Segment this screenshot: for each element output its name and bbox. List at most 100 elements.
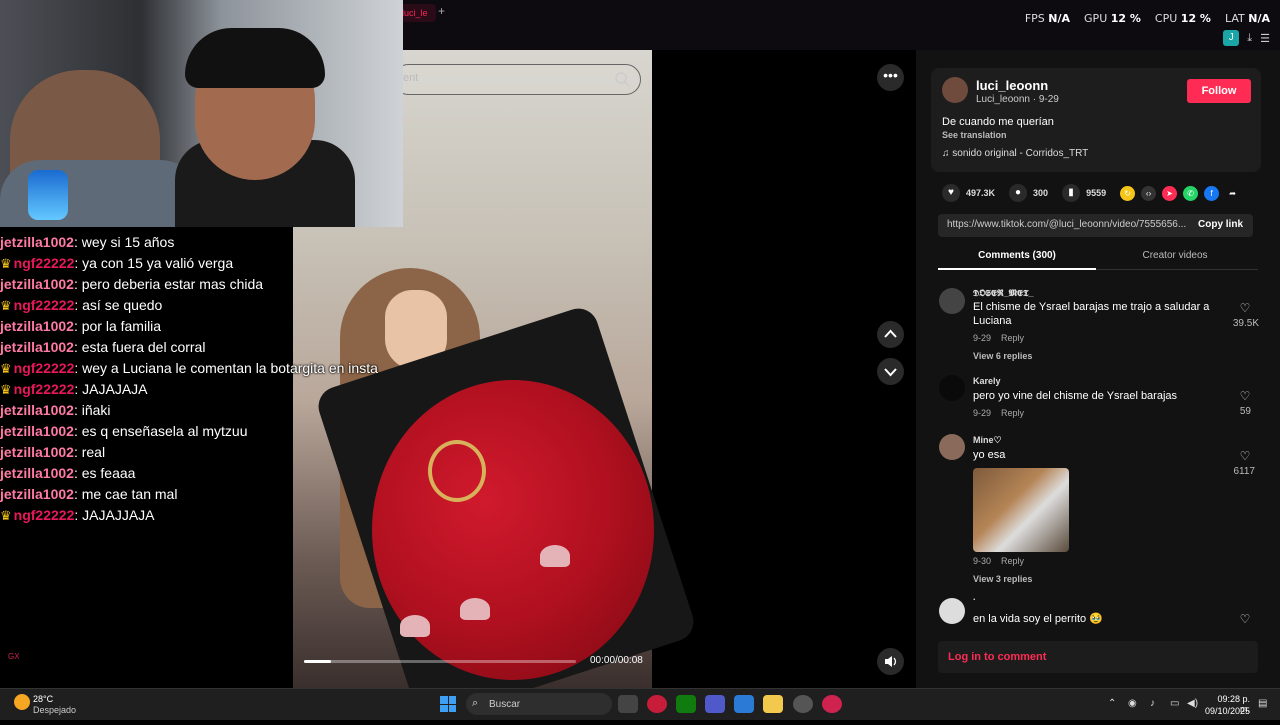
taskbar-search-box[interactable] xyxy=(466,693,612,715)
chat-message: ♛ ngf22222: ya con 15 ya valió verga xyxy=(0,253,420,274)
weather-temperature[interactable]: 28°C xyxy=(33,694,53,704)
download-icon[interactable]: ⤓ xyxy=(1247,32,1252,45)
comment-likes: 39.5K xyxy=(1232,318,1259,329)
butterfly-decoration xyxy=(460,598,490,620)
comment-image[interactable] xyxy=(973,468,1069,552)
chat-message: ♛ ngf22222: JAJAJJAJA xyxy=(0,505,420,526)
chat-text: : pero deberia estar mas chida xyxy=(73,276,264,292)
chevron-up-icon[interactable]: ⌃ xyxy=(1108,698,1116,709)
weather-description[interactable]: Despejado xyxy=(33,705,76,715)
new-tab-button[interactable]: + xyxy=(438,4,445,18)
task-view-icon[interactable] xyxy=(618,695,638,713)
reply-button[interactable]: Reply xyxy=(1001,333,1024,343)
volume-button[interactable] xyxy=(877,648,904,675)
comment-icon[interactable]: ● xyxy=(1009,184,1028,202)
share-arrow-icon[interactable]: ➦ xyxy=(1225,186,1240,201)
comment-meta: 9-29 Reply xyxy=(973,408,1025,418)
previous-video-button[interactable] xyxy=(877,321,904,348)
chat-username: jetzilla1002 xyxy=(0,234,74,250)
comment-author[interactable]: 𝕯𝕺𝕾𝕰𝕽_𝕸𝕰𝕿_ xyxy=(973,288,1034,299)
comment-heart-icon[interactable]: ♡ xyxy=(1238,612,1252,626)
windows-start-icon[interactable] xyxy=(440,696,456,712)
chat-username: ngf22222 xyxy=(13,360,75,376)
search-input[interactable] xyxy=(393,64,641,95)
reply-button[interactable]: Reply xyxy=(1001,556,1024,566)
chat-message: jetzilla1002: esta fuera del corral xyxy=(0,337,420,358)
chat-text: : ya con 15 ya valió verga xyxy=(74,255,234,271)
chat-username: ngf22222 xyxy=(13,381,75,397)
streamer-right-hair xyxy=(185,28,325,88)
menu-icon[interactable]: ☰ xyxy=(1260,32,1270,45)
chat-text: : JAJAJJAJA xyxy=(74,507,155,523)
comment-heart-icon[interactable]: ♡ xyxy=(1238,389,1252,403)
chat-text: : JAJAJAJA xyxy=(74,381,148,397)
xbox-icon[interactable] xyxy=(676,695,696,713)
store-icon[interactable] xyxy=(734,695,754,713)
copy-link-button[interactable]: Copy link xyxy=(1198,219,1243,230)
chat-message: jetzilla1002: pero deberia estar mas chi… xyxy=(0,274,420,295)
whatsapp-icon[interactable]: ✆ xyxy=(1183,185,1199,201)
notification-icon[interactable]: ▤ xyxy=(1258,698,1267,709)
share-link-url[interactable]: https://www.tiktok.com/@luci_leoonn/vide… xyxy=(947,219,1187,230)
search-placeholder: ent xyxy=(403,72,419,84)
crown-icon: ♛ xyxy=(0,256,12,271)
follow-button[interactable]: Follow xyxy=(1187,79,1251,103)
webcam-overlay xyxy=(0,0,403,227)
tab-comments[interactable]: Comments (300) xyxy=(938,250,1096,261)
chat-text: : es q enseñasela al mytzuu xyxy=(73,423,248,439)
chat-message: jetzilla1002: me cae tan mal xyxy=(0,484,420,505)
comment-text: pero yo vine del chisme de Ysrael baraja… xyxy=(973,390,1178,402)
taskbar-search-placeholder: Buscar xyxy=(489,699,521,710)
view-replies-button[interactable]: View 6 replies xyxy=(973,351,1032,361)
facebook-icon[interactable]: f xyxy=(1204,185,1220,201)
stream-chat: jetzilla1002: wey si 15 años ♛ ngf22222: y… xyxy=(0,232,420,526)
browser-toolbar-icons: J ⤓ ☰ xyxy=(1223,30,1270,46)
comment-heart-icon[interactable]: ♡ xyxy=(1238,301,1252,315)
app-icon[interactable] xyxy=(793,695,813,713)
heart-icon[interactable]: ♥ xyxy=(942,184,960,202)
microphone xyxy=(28,170,68,220)
author-avatar[interactable] xyxy=(942,77,968,103)
embed-icon[interactable]: ‹› xyxy=(1141,185,1157,201)
comment-author[interactable]: Karely xyxy=(973,376,1001,386)
comment-author[interactable]: . xyxy=(973,592,976,602)
login-to-comment-link[interactable]: Log in to comment xyxy=(948,651,1046,663)
video-progress-bar[interactable] xyxy=(304,660,576,663)
send-icon[interactable]: ➤ xyxy=(1162,185,1178,201)
chat-message: jetzilla1002: es q enseñasela al mytzuu xyxy=(0,421,420,442)
comment-avatar[interactable] xyxy=(939,375,965,401)
comment-heart-icon[interactable]: ♡ xyxy=(1238,449,1252,463)
clock-date[interactable]: 09/10/2025 xyxy=(1204,706,1250,716)
comment-avatar[interactable] xyxy=(939,288,965,314)
weather-sun-icon[interactable] xyxy=(14,694,30,710)
view-replies-button[interactable]: View 3 replies xyxy=(973,574,1032,584)
author-username[interactable]: luci_leoonn xyxy=(976,78,1048,93)
opera-gx-icon[interactable] xyxy=(647,695,667,713)
more-options-button[interactable]: ••• xyxy=(877,64,904,91)
chat-text: : real xyxy=(73,444,106,460)
comment-author[interactable]: Mine♡ xyxy=(973,435,1002,446)
opera-icon[interactable] xyxy=(822,695,842,713)
next-video-button[interactable] xyxy=(877,358,904,385)
music-link[interactable]: ♫ sonido original - Corridos_TRT xyxy=(942,148,1088,159)
see-translation-link[interactable]: See translation xyxy=(942,130,1007,140)
chat-username: jetzilla1002 xyxy=(0,486,74,502)
file-explorer-icon[interactable] xyxy=(763,695,783,713)
tray-app-icon[interactable]: ◉ xyxy=(1128,698,1137,709)
profile-badge[interactable]: J xyxy=(1223,30,1240,46)
tab-creator-videos[interactable]: Creator videos xyxy=(1096,250,1254,261)
volume-icon[interactable]: ◀) xyxy=(1187,698,1198,709)
search-icon[interactable] xyxy=(614,71,630,87)
active-tab-indicator xyxy=(938,268,1096,270)
teams-icon[interactable] xyxy=(705,695,725,713)
reply-button[interactable]: Reply xyxy=(1001,408,1024,418)
bookmark-icon[interactable]: ▮ xyxy=(1062,184,1081,202)
microphone-icon[interactable]: ♪ xyxy=(1150,698,1155,709)
comment-avatar[interactable] xyxy=(939,598,965,624)
comment-avatar[interactable] xyxy=(939,434,965,460)
chat-username: jetzilla1002 xyxy=(0,402,74,418)
repost-icon[interactable]: ↻ xyxy=(1120,185,1136,201)
chat-message: ♛ ngf22222: JAJAJAJA xyxy=(0,379,420,400)
chat-message: jetzilla1002: es feaaa xyxy=(0,463,420,484)
network-icon[interactable]: ▭ xyxy=(1170,698,1179,709)
